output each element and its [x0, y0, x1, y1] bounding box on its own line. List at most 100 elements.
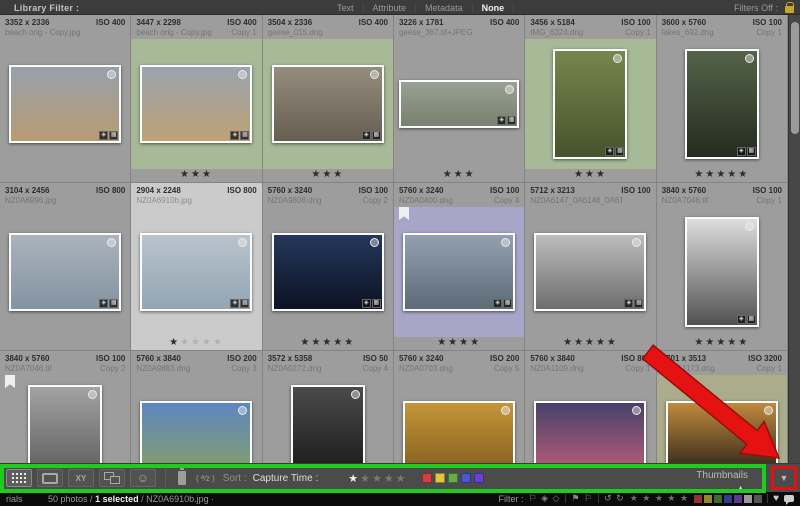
photo-cell[interactable]: 3226 x 1781ISO 400geese_367.tif+JPEG◈▦★★… — [394, 15, 525, 183]
painter-tool-icon[interactable] — [178, 471, 186, 485]
sort-direction-icon[interactable]: ( ᴬ⁄ᴢ ) — [196, 474, 215, 483]
label-filter-swatch[interactable] — [754, 495, 762, 503]
pick-flag-icon[interactable] — [5, 375, 15, 388]
grid-scrollbar[interactable] — [788, 15, 800, 463]
photo-thumbnail[interactable]: ◈▦ — [140, 65, 252, 143]
photo-thumbnail[interactable]: ◈▦ — [403, 233, 515, 311]
keyword-badge-icon[interactable]: ◈ — [497, 116, 506, 125]
selection-circle-badge[interactable] — [107, 238, 116, 247]
develop-badge-icon[interactable]: ▦ — [372, 131, 381, 140]
compare-view-button[interactable]: XY — [68, 469, 94, 487]
label-filter-swatch[interactable] — [714, 495, 722, 503]
filters-off-dropdown[interactable]: Filters Off : — [734, 3, 778, 13]
selection-circle-badge[interactable] — [764, 406, 773, 415]
cell-star-rating[interactable]: ★★★★★ — [263, 337, 393, 350]
photo-thumbnail[interactable]: ◈▦ — [666, 401, 778, 463]
cell-star-rating[interactable] — [0, 169, 130, 182]
keyword-badge-icon[interactable]: ◈ — [362, 131, 371, 140]
cell-star-rating[interactable]: ★★★ — [525, 169, 655, 182]
photo-thumbnail[interactable]: ◈▦ — [140, 401, 252, 463]
pick-flag-icons[interactable]: ⚑ ⚐ — [571, 493, 593, 504]
photo-thumbnail[interactable]: ◈▦ — [534, 233, 646, 311]
selection-circle-badge[interactable] — [88, 390, 97, 399]
photo-thumbnail[interactable]: ◈▦ — [553, 49, 627, 159]
cell-star-rating[interactable]: ★★★ — [394, 169, 524, 182]
photo-cell[interactable]: 3447 x 2298ISO 400beach orig - Copy.jpgC… — [131, 15, 262, 183]
photo-cell[interactable]: 3572 x 5358ISO 50NZ0A0272.dngCopy 4◈▦ — [263, 351, 394, 463]
grid-view-button[interactable] — [6, 469, 32, 487]
keyword-badge-icon[interactable]: ◈ — [99, 299, 108, 308]
photo-cell[interactable]: 3840 x 5760ISO 100NZ0A7046.tifCopy 1◈▦★★… — [657, 183, 788, 351]
photo-cell[interactable]: 5760 x 3240ISO 100NZ0A0400.dngCopy 4◈▦★★… — [394, 183, 525, 351]
photo-cell[interactable]: 5760 x 3840ISO 800NZ0A1109.dngCopy 1◈▦ — [525, 351, 656, 463]
cell-star-rating[interactable]: ★★★ — [263, 169, 393, 182]
cell-star-rating[interactable]: ★★★★★ — [131, 337, 261, 350]
selection-circle-badge[interactable] — [613, 54, 622, 63]
photo-cell-selected[interactable]: 2904 x 2248ISO 800NZ0A6910b.jpg◈▦★★★★★ — [131, 183, 262, 351]
cell-star-rating[interactable] — [0, 337, 130, 350]
selection-circle-badge[interactable] — [745, 222, 754, 231]
photo-thumbnail[interactable]: ◈▦ — [28, 385, 102, 463]
keyword-badge-icon[interactable]: ◈ — [230, 299, 239, 308]
develop-badge-icon[interactable]: ▦ — [240, 299, 249, 308]
loupe-view-button[interactable] — [37, 469, 63, 487]
photo-thumbnail[interactable]: ◈▦ — [291, 385, 365, 463]
keyword-badge-icon[interactable]: ◈ — [230, 131, 239, 140]
people-view-button[interactable]: ☺ — [130, 469, 156, 487]
selection-circle-badge[interactable] — [505, 85, 514, 94]
photo-cell[interactable]: 5760 x 3240ISO 100NZ0A9808.dngCopy 2◈▦★★… — [263, 183, 394, 351]
filter-tab-none[interactable]: None — [472, 3, 514, 13]
selection-circle-badge[interactable] — [238, 70, 247, 79]
photo-thumbnail[interactable]: ◈▦ — [140, 233, 252, 311]
cell-star-rating[interactable]: ★★★★★ — [525, 337, 655, 350]
color-label-swatch[interactable] — [474, 473, 484, 483]
photo-cell[interactable]: 5712 x 3213ISO 100NZ0A6147_0A6148_0A6149… — [525, 183, 656, 351]
heart-icon[interactable]: ♥ — [773, 494, 779, 504]
toolbar-options-chevron[interactable]: ▼ — [771, 466, 797, 490]
cell-star-rating[interactable]: ★★★★★ — [657, 337, 787, 350]
filter-tab-metadata[interactable]: Metadata — [415, 3, 472, 13]
photo-thumbnail[interactable]: ◈▦ — [685, 217, 759, 327]
develop-badge-icon[interactable]: ▦ — [109, 131, 118, 140]
develop-badge-icon[interactable]: ▦ — [503, 299, 512, 308]
develop-badge-icon[interactable]: ▦ — [615, 147, 624, 156]
filter-tab-attribute[interactable]: Attribute — [363, 3, 416, 13]
develop-badge-icon[interactable]: ▦ — [747, 147, 756, 156]
develop-badge-icon[interactable]: ▦ — [507, 116, 516, 125]
photo-cell[interactable]: 3104 x 2456ISO 800NZ0A6996.jpg◈▦ — [0, 183, 131, 351]
photo-cell[interactable]: 5760 x 3240ISO 200NZ0A0703.dngCopy 5◈▦ — [394, 351, 525, 463]
cell-star-rating[interactable]: ★★★ — [131, 169, 261, 182]
keyword-badge-icon[interactable]: ◈ — [737, 315, 746, 324]
color-label-swatch[interactable] — [448, 473, 458, 483]
keyword-badge-icon[interactable]: ◈ — [493, 299, 502, 308]
selection-circle-badge[interactable] — [632, 238, 641, 247]
photo-cell[interactable]: 5701 x 3513ISO 3200NZ0A1173.dngCopy 1◈▦ — [657, 351, 788, 463]
filter-lock-icon[interactable] — [785, 6, 794, 13]
photo-thumbnail[interactable]: ◈▦ — [403, 401, 515, 463]
label-filter-swatch[interactable] — [724, 495, 732, 503]
toolbar-color-labels[interactable] — [422, 473, 484, 483]
label-filter-swatch[interactable] — [734, 495, 742, 503]
develop-badge-icon[interactable]: ▦ — [372, 299, 381, 308]
star-filter-icons[interactable]: ★ ★ ★ ★ ★ — [630, 493, 689, 504]
cell-star-rating[interactable]: ★★★★ — [394, 337, 524, 350]
selection-circle-badge[interactable] — [632, 406, 641, 415]
photo-thumbnail[interactable]: ◈▦ — [9, 65, 121, 143]
selection-circle-badge[interactable] — [238, 238, 247, 247]
keyword-badge-icon[interactable]: ◈ — [362, 299, 371, 308]
photo-cell[interactable]: 3352 x 2336ISO 400beach orig - Copy.jpg◈… — [0, 15, 131, 183]
color-label-swatch[interactable] — [435, 473, 445, 483]
scrollbar-thumb[interactable] — [791, 22, 799, 134]
label-filter-swatch[interactable] — [704, 495, 712, 503]
selection-circle-badge[interactable] — [370, 238, 379, 247]
selection-circle-badge[interactable] — [370, 70, 379, 79]
keyword-badge-icon[interactable]: ◈ — [624, 299, 633, 308]
filter-tab-text[interactable]: Text — [328, 3, 363, 13]
keyword-badge-icon[interactable]: ◈ — [737, 147, 746, 156]
thumbnail-size-slider[interactable]: ▲ — [737, 485, 744, 492]
photo-cell[interactable]: 3600 x 5760ISO 100lakes_692.dngCopy 1◈▦★… — [657, 15, 788, 183]
develop-badge-icon[interactable]: ▦ — [634, 299, 643, 308]
photo-thumbnail[interactable]: ◈▦ — [272, 233, 384, 311]
selection-circle-badge[interactable] — [501, 238, 510, 247]
comment-bubble-icon[interactable] — [784, 495, 794, 502]
